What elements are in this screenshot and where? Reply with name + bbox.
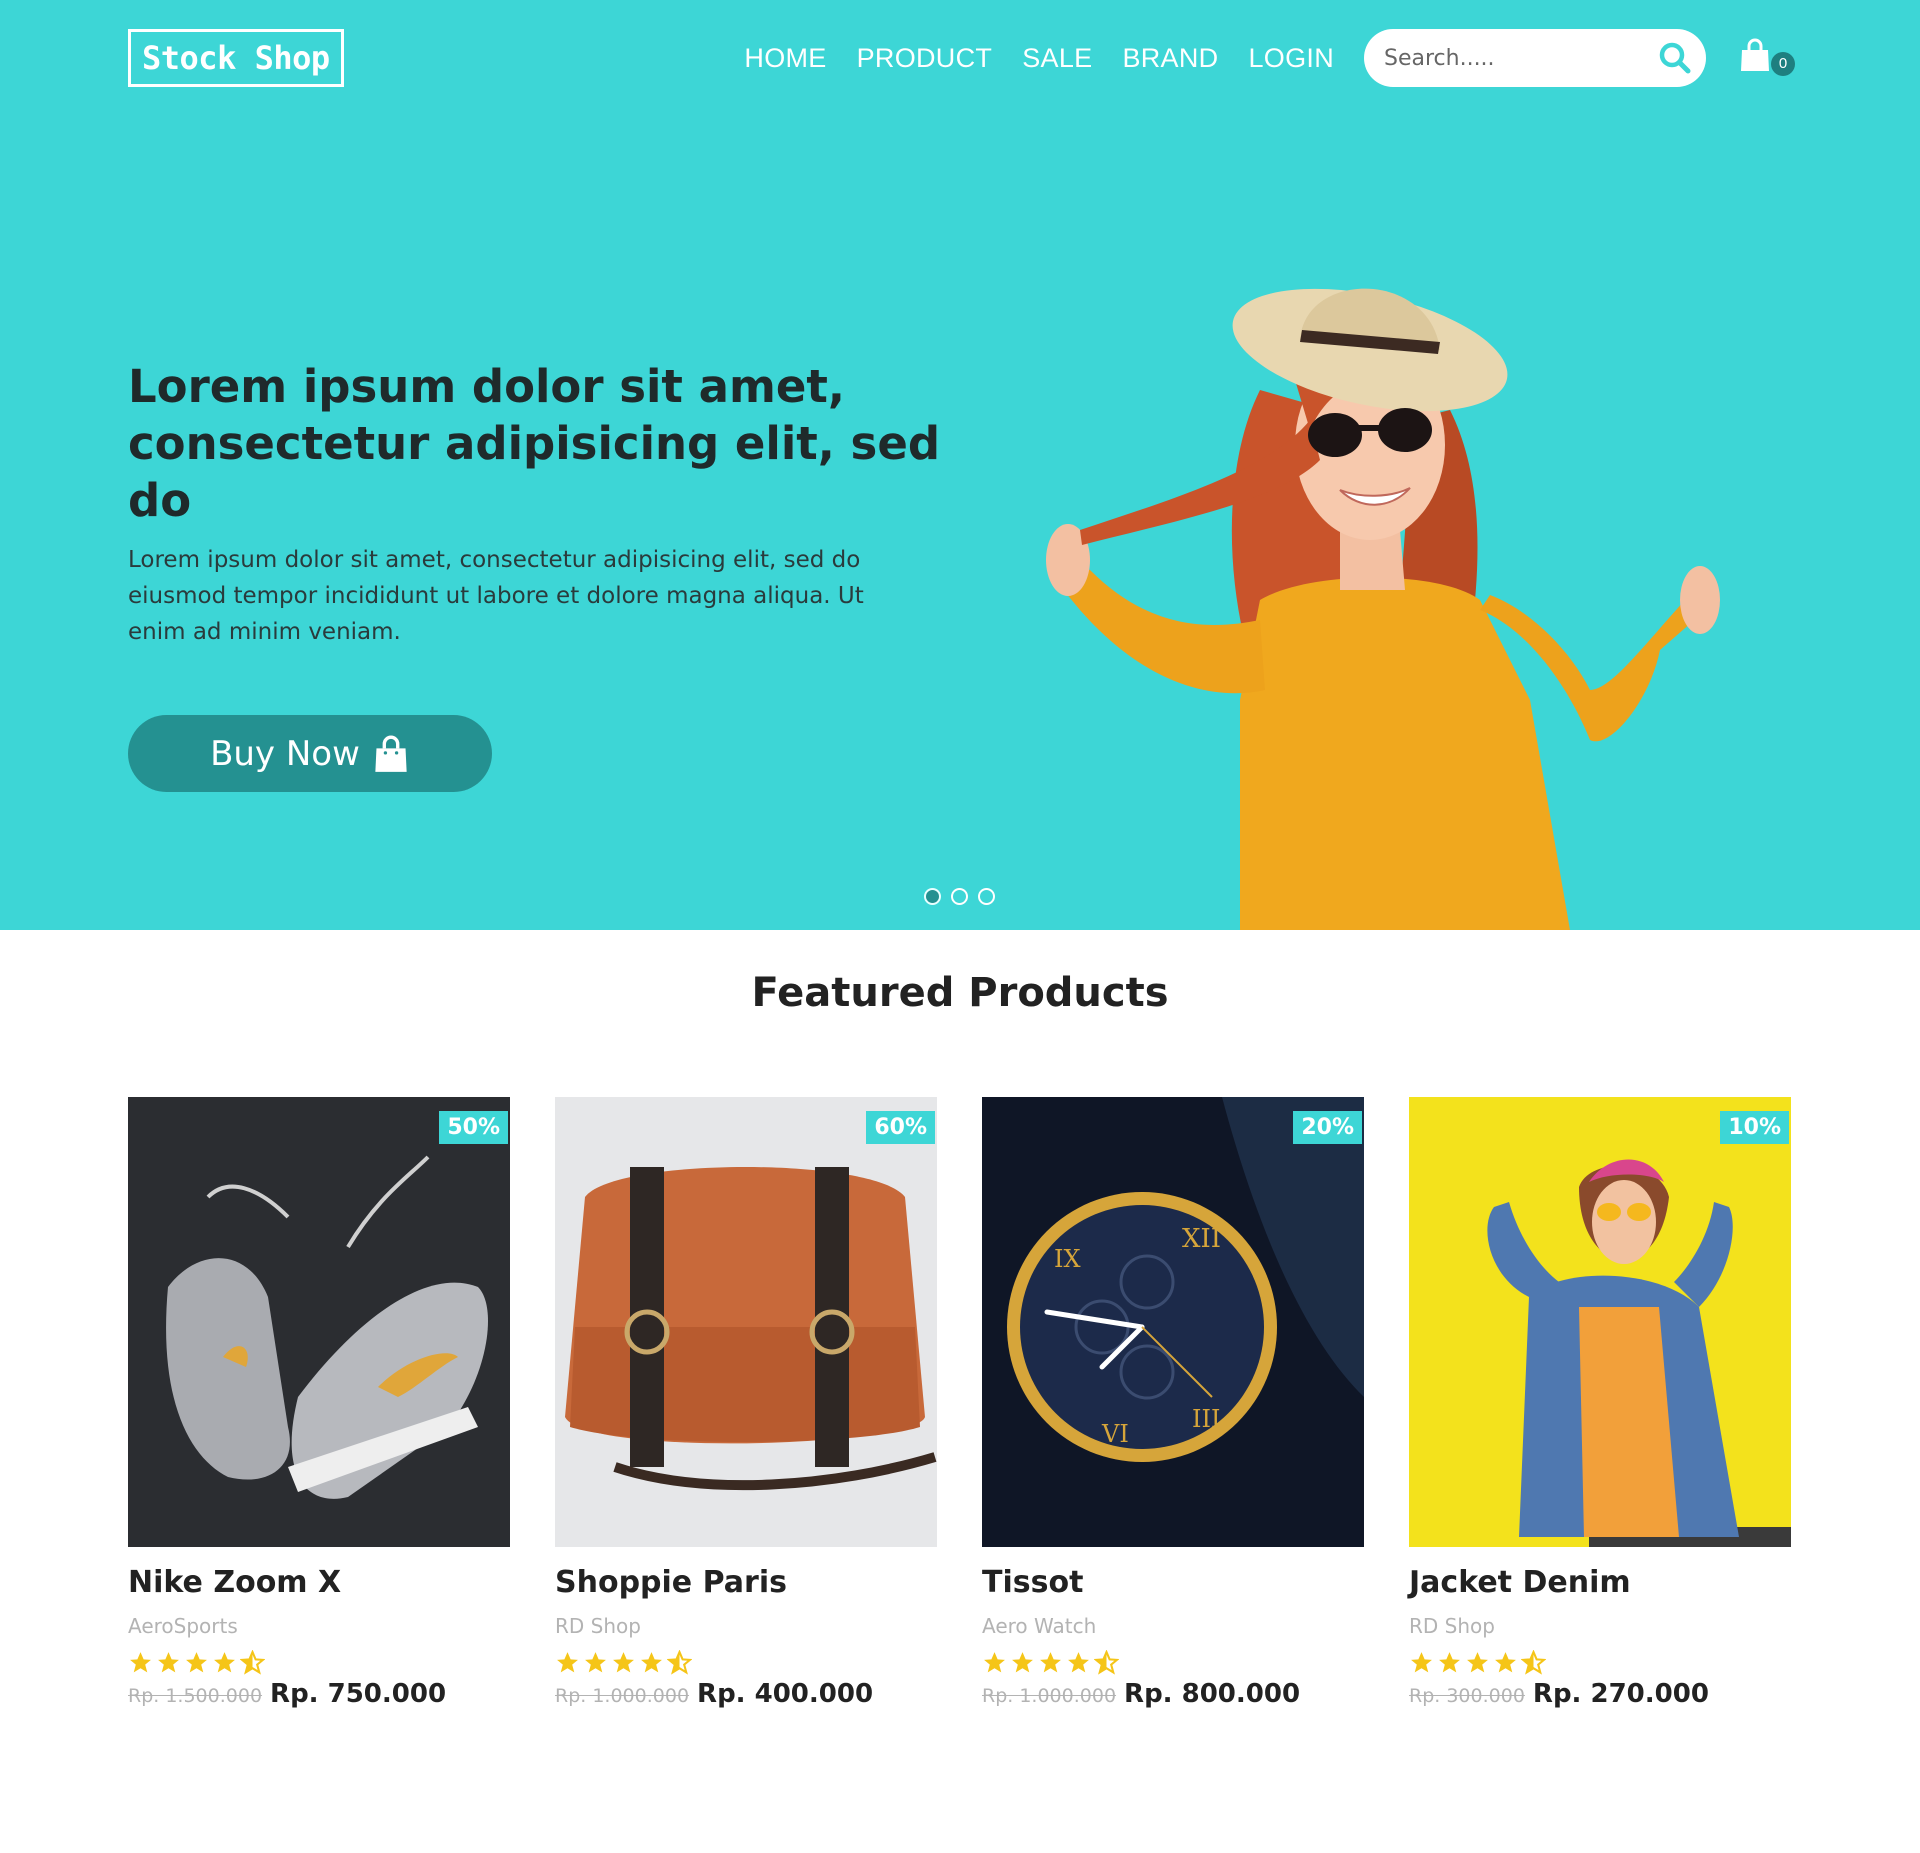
sneakers-image — [128, 1097, 510, 1547]
svg-text:VI: VI — [1101, 1420, 1129, 1448]
search-box — [1364, 29, 1706, 87]
product-image[interactable]: XII IX III VI 20% — [982, 1097, 1364, 1547]
nav-login[interactable]: LOGIN — [1248, 43, 1334, 74]
new-price: Rp. 750.000 — [270, 1679, 447, 1709]
star-icon — [130, 1651, 151, 1672]
cart-button[interactable]: 0 — [1736, 32, 1795, 84]
svg-text:III: III — [1192, 1405, 1220, 1433]
star-icon — [1068, 1651, 1089, 1672]
nav-sale[interactable]: SALE — [1022, 43, 1092, 74]
star-icon — [1495, 1651, 1516, 1672]
discount-badge: 50% — [439, 1111, 508, 1144]
carousel-dot-1[interactable] — [924, 888, 941, 905]
nav-brand[interactable]: BRAND — [1122, 43, 1218, 74]
shopping-bag-icon — [375, 735, 407, 772]
hero-title: Lorem ipsum dolor sit amet, consectetur … — [128, 360, 941, 527]
shopping-bag-icon — [1741, 38, 1769, 71]
star-icon — [641, 1651, 662, 1672]
rating-stars — [1409, 1649, 1791, 1675]
star-icon — [158, 1651, 179, 1672]
carousel-dot-2[interactable] — [951, 888, 968, 905]
discount-badge: 20% — [1293, 1111, 1362, 1144]
old-price: Rp. 1.000.000 — [982, 1685, 1117, 1707]
nav-home[interactable]: HOME — [744, 43, 826, 74]
product-image[interactable]: 50% — [128, 1097, 510, 1547]
star-icon — [1439, 1651, 1460, 1672]
star-half-icon — [1094, 1649, 1119, 1675]
product-price: Rp. 1.000.000 Rp. 800.000 — [982, 1679, 1364, 1709]
svg-text:IX: IX — [1054, 1245, 1081, 1273]
logo[interactable]: Stock Shop — [128, 29, 344, 87]
cart-count-badge: 0 — [1771, 52, 1795, 76]
star-icon — [186, 1651, 207, 1672]
product-image[interactable]: 60% — [555, 1097, 937, 1547]
star-icon — [214, 1651, 235, 1672]
star-half-icon — [1521, 1649, 1546, 1675]
search-icon[interactable] — [1658, 41, 1692, 75]
old-price: Rp. 1.500.000 — [128, 1685, 263, 1707]
star-half-icon — [240, 1649, 265, 1675]
product-name[interactable]: Nike Zoom X — [128, 1563, 510, 1603]
carousel-dots — [924, 888, 995, 905]
discount-badge: 60% — [866, 1111, 935, 1144]
discount-badge: 10% — [1720, 1111, 1789, 1144]
new-price: Rp. 400.000 — [697, 1679, 874, 1709]
product-card[interactable]: 10% Jacket Denim RD Shop Rp. 300.000 Rp.… — [1409, 1097, 1791, 1709]
hero-banner: Stock Shop HOME PRODUCT SALE BRAND LOGIN… — [0, 0, 1920, 930]
product-brand: RD Shop — [555, 1614, 641, 1638]
new-price: Rp. 270.000 — [1532, 1679, 1709, 1709]
rating-stars — [982, 1649, 1364, 1675]
product-brand: RD Shop — [1409, 1614, 1495, 1638]
rating-stars — [555, 1649, 937, 1675]
star-icon — [557, 1651, 578, 1672]
hero-model-image — [1046, 288, 1720, 930]
star-half-icon — [667, 1649, 692, 1675]
product-price: Rp. 1.500.000 Rp. 750.000 — [128, 1679, 510, 1709]
featured-products-title: Featured Products — [751, 970, 1169, 1016]
product-brand: AeroSports — [128, 1614, 238, 1638]
rating-stars — [128, 1649, 510, 1675]
watch-image: XII IX III VI — [982, 1097, 1364, 1547]
star-icon — [1411, 1651, 1432, 1672]
leather-bag-image — [555, 1097, 937, 1547]
product-name[interactable]: Tissot — [982, 1563, 1364, 1603]
search-input[interactable] — [1382, 44, 1658, 72]
star-icon — [984, 1651, 1005, 1672]
buy-now-button[interactable]: Buy Now — [128, 715, 492, 792]
product-card[interactable]: 60% Shoppie Paris RD Shop Rp. 1.000.000 … — [555, 1097, 937, 1709]
product-price: Rp. 300.000 Rp. 270.000 — [1409, 1679, 1791, 1709]
hero-text: Lorem ipsum dolor sit amet, consectetur … — [128, 547, 864, 645]
product-price: Rp. 1.000.000 Rp. 400.000 — [555, 1679, 937, 1709]
new-price: Rp. 800.000 — [1124, 1679, 1301, 1709]
product-card[interactable]: 50% Nike Zoom X AeroSports Rp. 1.500.000… — [128, 1097, 510, 1709]
nav-product[interactable]: PRODUCT — [857, 43, 993, 74]
star-icon — [1012, 1651, 1033, 1672]
product-image[interactable]: 10% — [1409, 1097, 1791, 1547]
star-icon — [613, 1651, 634, 1672]
product-brand: Aero Watch — [982, 1614, 1097, 1638]
star-icon — [1467, 1651, 1488, 1672]
svg-text:XII: XII — [1182, 1224, 1221, 1254]
main-menu: HOME PRODUCT SALE BRAND LOGIN — [744, 43, 1334, 74]
denim-jacket-woman-image — [1409, 1097, 1791, 1547]
navbar: Stock Shop HOME PRODUCT SALE BRAND LOGIN… — [128, 29, 1795, 87]
product-card[interactable]: XII IX III VI 20% Tissot Aero Watch Rp. … — [982, 1097, 1364, 1709]
product-name[interactable]: Shoppie Paris — [555, 1563, 937, 1603]
product-grid: 50% Nike Zoom X AeroSports Rp. 1.500.000… — [128, 1097, 1792, 1709]
carousel-dot-3[interactable] — [978, 888, 995, 905]
star-icon — [1040, 1651, 1061, 1672]
buy-now-label: Buy Now — [210, 733, 360, 774]
old-price: Rp. 300.000 — [1409, 1685, 1525, 1707]
old-price: Rp. 1.000.000 — [555, 1685, 690, 1707]
star-icon — [585, 1651, 606, 1672]
product-name[interactable]: Jacket Denim — [1409, 1563, 1791, 1603]
